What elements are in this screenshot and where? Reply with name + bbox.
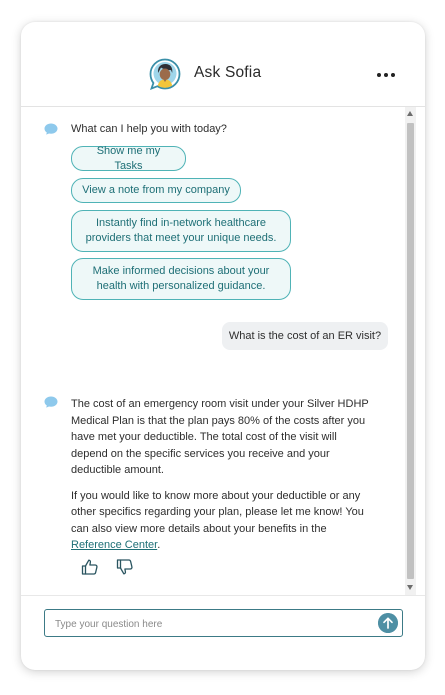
- scroll-thumb[interactable]: [407, 123, 414, 579]
- chat-title: Ask Sofia: [194, 64, 262, 81]
- send-button[interactable]: [378, 613, 398, 633]
- chat-panel: Ask Sofia What can I help you with today…: [21, 22, 425, 670]
- chat-scrollbar[interactable]: [405, 107, 416, 595]
- chat-transcript[interactable]: What can I help you with today? Show me …: [21, 107, 425, 595]
- user-message: What is the cost of an ER visit?: [222, 322, 388, 350]
- thumbs-down-icon[interactable]: [116, 558, 134, 576]
- question-input-wrapper[interactable]: [44, 609, 403, 637]
- more-horizontal-icon: [377, 73, 381, 77]
- more-options-button[interactable]: [376, 64, 398, 84]
- assistant-answer: The cost of an emergency room visit unde…: [71, 396, 371, 563]
- sofia-message-icon: [44, 396, 58, 408]
- suggestion-view-note[interactable]: View a note from my company: [71, 178, 241, 203]
- answer-paragraph: If you would like to know more about you…: [71, 489, 364, 552]
- assistant-avatar-icon: [149, 58, 181, 90]
- chat-header: Ask Sofia: [21, 22, 425, 107]
- scroll-down-icon[interactable]: [407, 585, 413, 590]
- answer-paragraph: The cost of an emergency room visit unde…: [71, 398, 369, 476]
- greeting-message: What can I help you with today?: [71, 123, 227, 135]
- message-composer: [21, 595, 425, 670]
- scroll-up-icon[interactable]: [407, 111, 413, 116]
- question-input[interactable]: [53, 614, 367, 634]
- suggestion-find-providers[interactable]: Instantly find in-network healthcare pro…: [71, 210, 291, 252]
- suggestion-health-guidance[interactable]: Make informed decisions about your healt…: [71, 258, 291, 300]
- sofia-message-icon: [44, 123, 58, 135]
- thumbs-up-icon[interactable]: [81, 558, 99, 576]
- reference-center-link[interactable]: Reference Center: [71, 539, 157, 551]
- suggestion-show-tasks[interactable]: Show me my Tasks: [71, 145, 186, 172]
